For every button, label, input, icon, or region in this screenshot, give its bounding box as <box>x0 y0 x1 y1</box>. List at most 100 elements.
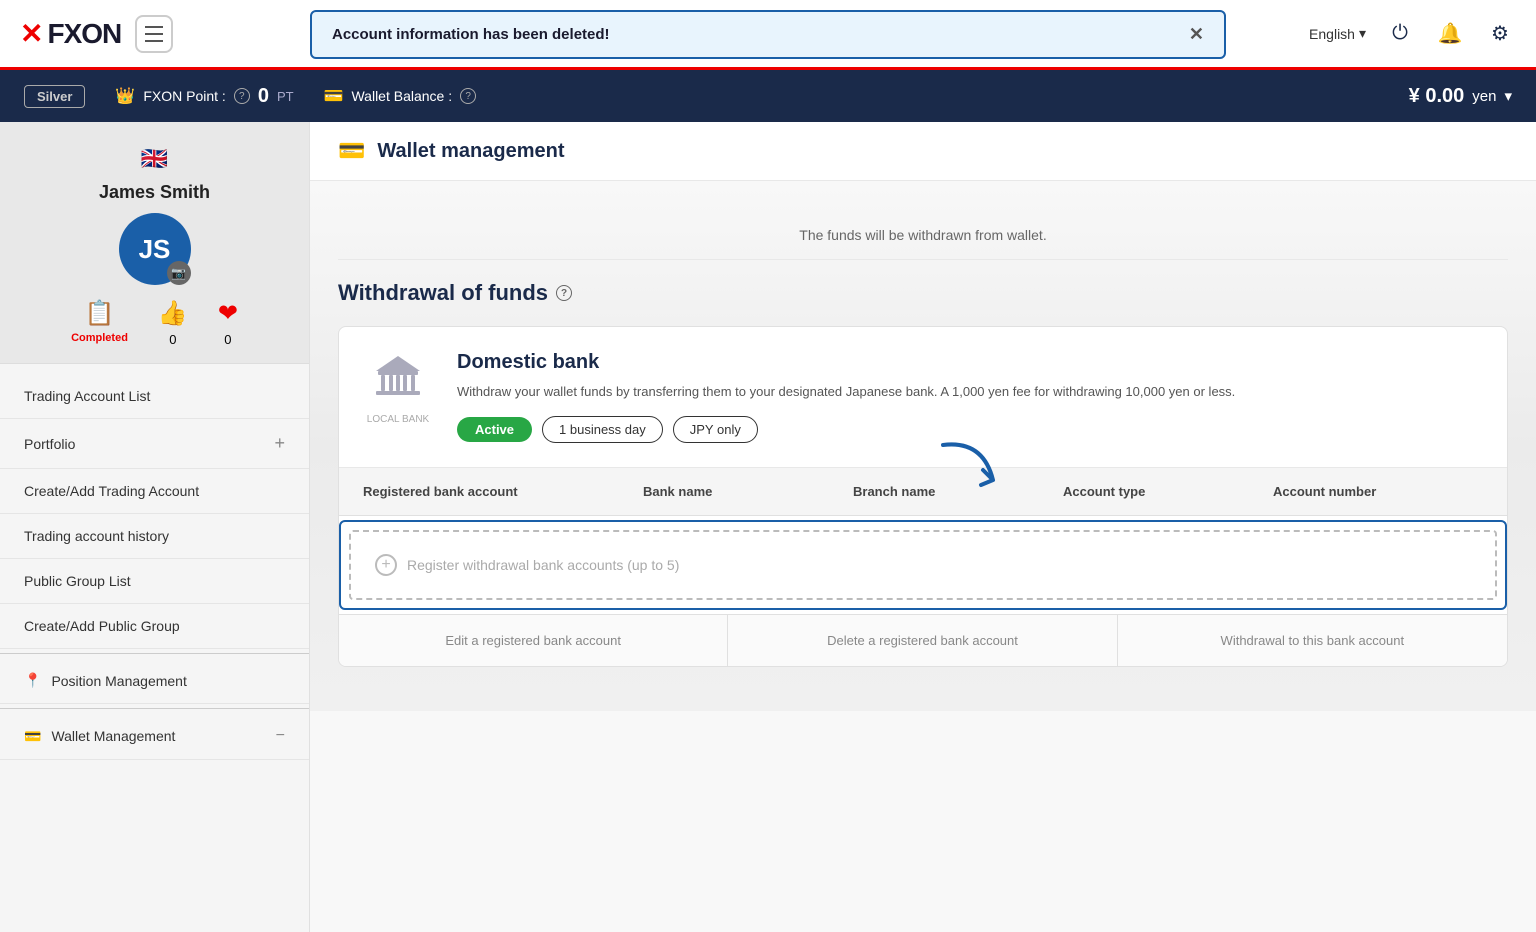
settings-button[interactable]: ⚙ <box>1484 18 1516 50</box>
fxon-points-item: 👑 FXON Point : ? 0 PT <box>115 85 293 108</box>
tier-badge: Silver <box>24 85 85 108</box>
chevron-down-icon: ▾ <box>1359 25 1366 42</box>
main-content: 💳 Wallet management The funds will be wi… <box>310 122 1536 932</box>
bank-name: Domestic bank <box>457 351 1483 374</box>
plus-circle-icon: + <box>375 554 397 576</box>
sidebar-separator-2 <box>0 708 309 709</box>
notification-close-button[interactable]: ✕ <box>1189 24 1204 45</box>
plus-icon: + <box>274 433 285 454</box>
logo-text: FXON <box>47 18 121 50</box>
hamburger-button[interactable] <box>135 15 173 53</box>
wallet-amount-value: ¥ 0.00 <box>1409 85 1465 108</box>
wallet-balance-item: 💳 Wallet Balance : ? <box>324 86 477 106</box>
fxon-points-value: 0 <box>258 85 269 108</box>
sidebar-item-public-group-list[interactable]: Public Group List <box>0 559 309 604</box>
top-nav: ✕ FXON Account information has been dele… <box>0 0 1536 70</box>
withdrawal-title: Withdrawal of funds <box>338 280 548 306</box>
nav-right: English ▾ ⏻ 🔔 ⚙ <box>1309 18 1516 50</box>
nav-menu: Trading Account List Portfolio + Create/… <box>0 374 309 649</box>
fxon-help-icon[interactable]: ? <box>234 88 250 104</box>
wallet-chevron-icon[interactable]: ▾ <box>1504 87 1512 105</box>
days-badge: 1 business day <box>542 416 663 443</box>
wallet-management-label: Wallet Management <box>51 728 175 744</box>
col-registered-bank: Registered bank account <box>363 480 643 503</box>
heart-icon: ❤ <box>218 299 238 328</box>
sidebar: 🇬🇧 James Smith JS 📷 📋 Completed 👍 0 ❤ <box>0 122 310 932</box>
bank-table-header: Registered bank account Bank name Branch… <box>339 468 1507 516</box>
wallet-header-icon: 💳 <box>338 138 365 164</box>
bank-card-header: LOCAL BANK Domestic bank Withdraw your w… <box>339 327 1507 468</box>
completed-stat: 📋 Completed <box>71 299 128 347</box>
avatar-container: JS 📷 <box>119 213 191 285</box>
action-buttons: Edit a registered bank account Delete a … <box>339 614 1507 666</box>
notifications-button[interactable]: 🔔 <box>1434 18 1466 50</box>
trading-account-list-label: Trading Account List <box>24 388 150 404</box>
currency-badge: JPY only <box>673 416 758 443</box>
language-selector[interactable]: English ▾ <box>1309 25 1366 42</box>
active-badge: Active <box>457 417 532 442</box>
col-account-type: Account type <box>1063 480 1273 503</box>
section-title: Withdrawal of funds ? <box>338 280 1508 306</box>
logo-area: ✕ FXON <box>20 15 173 53</box>
delete-bank-account-button[interactable]: Delete a registered bank account <box>728 615 1117 666</box>
fxon-point-label: FXON Point : <box>143 88 225 104</box>
sidebar-item-wallet-management[interactable]: 💳 Wallet Management − <box>0 713 309 760</box>
notification-banner: Account information has been deleted! ✕ <box>310 10 1226 59</box>
info-text: The funds will be withdrawn from wallet. <box>338 211 1508 260</box>
likes-stat: 👍 0 <box>158 299 188 347</box>
hamburger-line <box>145 33 163 35</box>
sidebar-item-create-public-group[interactable]: Create/Add Public Group <box>0 604 309 649</box>
position-icon: 📍 <box>24 672 41 689</box>
hearts-stat: ❤ 0 <box>218 299 238 347</box>
sidebar-item-trading-account-history[interactable]: Trading account history <box>0 514 309 559</box>
col-account-number: Account number <box>1273 480 1483 503</box>
wave-background: The funds will be withdrawn from wallet.… <box>310 181 1536 711</box>
fxon-points-unit: PT <box>277 89 294 104</box>
sidebar-item-create-trading-account[interactable]: Create/Add Trading Account <box>0 469 309 514</box>
portfolio-label: Portfolio <box>24 436 75 452</box>
user-stats: 📋 Completed 👍 0 ❤ 0 <box>71 299 238 347</box>
create-trading-account-label: Create/Add Trading Account <box>24 483 199 499</box>
public-group-list-label: Public Group List <box>24 573 131 589</box>
wallet-unit: yen <box>1472 88 1496 105</box>
logo[interactable]: ✕ FXON <box>20 17 121 50</box>
logo-x-icon: ✕ <box>20 17 43 50</box>
sidebar-item-position-management[interactable]: 📍 Position Management <box>0 658 309 704</box>
create-public-group-label: Create/Add Public Group <box>24 618 180 634</box>
bank-card: LOCAL BANK Domestic bank Withdraw your w… <box>338 326 1508 667</box>
withdraw-to-bank-button[interactable]: Withdrawal to this bank account <box>1118 615 1507 666</box>
register-placeholder-text: Register withdrawal bank accounts (up to… <box>407 557 679 573</box>
col-branch-name: Branch name <box>853 480 935 503</box>
completed-icon: 📋 <box>85 299 115 328</box>
bank-icon-label: LOCAL BANK <box>367 414 429 425</box>
withdrawal-help-icon[interactable]: ? <box>556 285 572 301</box>
edit-bank-account-button[interactable]: Edit a registered bank account <box>339 615 728 666</box>
wallet-amount-display: ¥ 0.00 yen ▾ <box>1409 85 1512 108</box>
bank-description: Withdraw your wallet funds by transferri… <box>457 382 1483 402</box>
blue-arrow-icon <box>933 430 1013 510</box>
sidebar-item-trading-account-list[interactable]: Trading Account List <box>0 374 309 419</box>
position-management-label: Position Management <box>51 673 186 689</box>
wallet-balance-label: Wallet Balance : <box>351 88 452 104</box>
notification-message: Account information has been deleted! <box>332 26 610 43</box>
register-placeholder[interactable]: + Register withdrawal bank accounts (up … <box>349 530 1497 600</box>
thumbs-up-icon: 👍 <box>158 299 188 328</box>
language-label: English <box>1309 26 1355 42</box>
power-button[interactable]: ⏻ <box>1384 18 1416 50</box>
col-bank-name: Bank name <box>643 480 853 503</box>
wallet-sidebar-icon: 💳 <box>24 728 41 745</box>
sidebar-separator <box>0 653 309 654</box>
wallet-help-icon[interactable]: ? <box>460 88 476 104</box>
sidebar-item-portfolio[interactable]: Portfolio + <box>0 419 309 469</box>
minus-icon: − <box>276 727 285 745</box>
page-title: Wallet management <box>377 140 564 163</box>
likes-value: 0 <box>169 332 176 347</box>
main-layout: 🇬🇧 James Smith JS 📷 📋 Completed 👍 0 ❤ <box>0 122 1536 932</box>
points-bar: Silver 👑 FXON Point : ? 0 PT 💳 Wallet Ba… <box>0 70 1536 122</box>
register-area: + Register withdrawal bank accounts (up … <box>339 520 1507 610</box>
avatar-camera-button[interactable]: 📷 <box>167 261 191 285</box>
avatar-initials: JS <box>139 234 171 265</box>
user-section: 🇬🇧 James Smith JS 📷 📋 Completed 👍 0 ❤ <box>0 122 309 364</box>
wallet-icon: 💳 <box>324 86 344 106</box>
hamburger-line <box>145 40 163 42</box>
